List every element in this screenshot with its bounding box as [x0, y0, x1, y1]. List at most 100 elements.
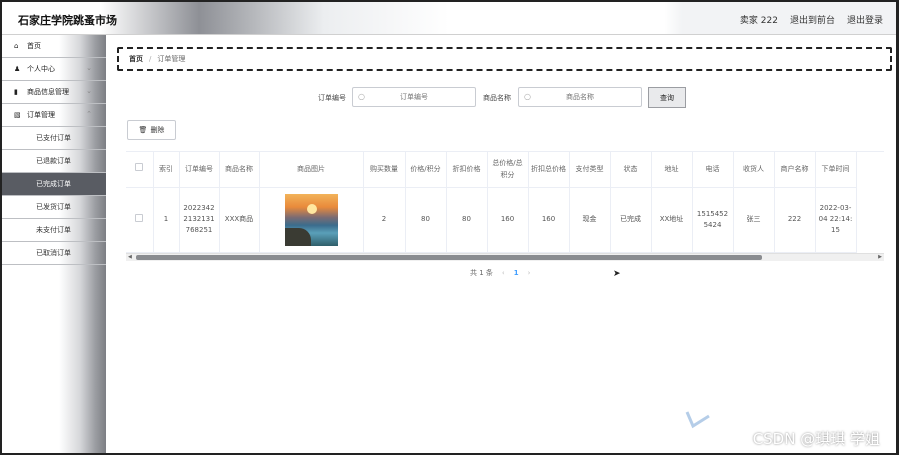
orders-table-grid: 索引 订单编号 商品名称 商品图片 购买数量 价格/积分 折扣价格 总价格/总积…: [126, 152, 857, 253]
image-sun: [306, 203, 317, 214]
horizontal-scrollbar[interactable]: ◀ ▶: [126, 253, 884, 261]
breadcrumb-current: 订单管理: [157, 55, 186, 63]
home-icon: ⌂: [14, 42, 19, 50]
delete-button-label: 删除: [150, 126, 165, 134]
chevron-down-icon: ⌄: [86, 64, 92, 72]
column-header: 状态: [610, 152, 652, 188]
column-header: 收货人: [733, 152, 775, 188]
cell-discount-price: 80: [446, 187, 488, 253]
chevron-down-icon: ⌄: [86, 87, 92, 95]
sidebar-subitem-unpaid-orders[interactable]: 未支付订单: [2, 219, 106, 242]
cell-merchant: 222: [774, 187, 816, 253]
cell-pay-type: 现金: [569, 187, 611, 253]
order-no-input[interactable]: [353, 88, 475, 106]
sidebar-item-product-management[interactable]: ▮ 商品信息管理 ⌄: [2, 81, 106, 104]
search-icon: ○: [524, 92, 531, 101]
app-window: 石家庄学院跳蚤市场 卖家 222 退出到前台 退出登录 ⌂ 首页 ♟ 个人中心 …: [0, 0, 899, 455]
cell-index: 1: [153, 187, 180, 253]
column-header: 地址: [651, 152, 693, 188]
sidebar-item-label: 首页: [27, 42, 41, 50]
column-header: 折扣总价格: [528, 152, 570, 188]
row-checkbox[interactable]: [135, 213, 144, 222]
breadcrumb: 首页 / 订单管理: [117, 47, 892, 71]
column-header: 电话: [692, 152, 734, 188]
scroll-left-icon[interactable]: ◀: [128, 254, 132, 260]
select-all-checkbox[interactable]: [135, 163, 144, 172]
chevron-up-icon: ⌃: [86, 110, 92, 118]
scroll-right-icon[interactable]: ▶: [878, 254, 882, 260]
sidebar-item-home[interactable]: ⌂ 首页: [2, 35, 106, 58]
cell-price: 80: [405, 187, 447, 253]
cell-time: 2022-03-04 22:14:15: [815, 187, 857, 253]
trash-icon: 🗑: [138, 126, 148, 134]
cell-address: XX地址: [651, 187, 693, 253]
pagination-total: 共 1 条: [470, 269, 493, 277]
column-header: 折扣价格: [446, 152, 488, 188]
cell-status: 已完成: [610, 187, 652, 253]
cell-order-no: 20223422132131768251: [179, 187, 220, 253]
sidebar-item-personal-center[interactable]: ♟ 个人中心 ⌄: [2, 58, 106, 81]
breadcrumb-home[interactable]: 首页: [129, 54, 143, 64]
table-row[interactable]: 1 20223422132131768251 XXX商品 2 80 80 160…: [126, 187, 857, 253]
page-number[interactable]: 1: [514, 269, 519, 277]
product-image[interactable]: [284, 193, 338, 246]
sidebar-subitem-refunded-orders[interactable]: 已退款订单: [2, 150, 106, 173]
table-header-row: 索引 订单编号 商品名称 商品图片 购买数量 价格/积分 折扣价格 总价格/总积…: [126, 152, 857, 188]
column-header: 购买数量: [363, 152, 406, 188]
sidebar-subitem-shipped-orders[interactable]: 已发货订单: [2, 196, 106, 219]
cell-product-name: XXX商品: [219, 187, 260, 253]
column-header: 支付类型: [569, 152, 611, 188]
cell-receiver: 张三: [733, 187, 775, 253]
orders-table: 索引 订单编号 商品名称 商品图片 购买数量 价格/积分 折扣价格 总价格/总积…: [126, 151, 884, 261]
column-header: 商户名称: [774, 152, 816, 188]
sidebar-subitem-paid-orders[interactable]: 已支付订单: [2, 127, 106, 150]
order-no-field[interactable]: ○: [352, 87, 476, 107]
row-select-cell[interactable]: [126, 187, 154, 253]
image-rock: [284, 227, 311, 246]
sidebar-subitem-cancelled-orders[interactable]: 已取消订单: [2, 242, 106, 265]
pagination: 共 1 条 ‹ 1 ›: [470, 268, 530, 278]
top-right-links: 卖家 222 退出到前台 退出登录: [740, 13, 883, 26]
back-to-front-link[interactable]: 退出到前台: [790, 13, 835, 26]
window-edge: [896, 46, 898, 72]
sidebar-subitem-completed-orders[interactable]: 已完成订单: [2, 173, 106, 196]
cell-product-image: [259, 187, 364, 253]
next-page-button[interactable]: ›: [528, 269, 531, 277]
select-all-cell[interactable]: [126, 152, 154, 188]
mouse-cursor-icon: ➤: [613, 269, 621, 279]
column-header: 商品图片: [259, 152, 364, 188]
cell-discount-total: 160: [528, 187, 570, 253]
main-content: 首页 / 订单管理 订单编号 ○ 商品名称 ○ 查询 🗑 删除: [106, 35, 896, 453]
product-name-field[interactable]: ○: [518, 87, 642, 107]
sidebar: ⌂ 首页 ♟ 个人中心 ⌄ ▮ 商品信息管理 ⌄ ▧ 订单管理 ⌃ 已支付订单 …: [2, 35, 106, 453]
prev-page-button[interactable]: ‹: [502, 269, 505, 277]
scrollbar-thumb[interactable]: [136, 255, 762, 260]
sidebar-item-label: 个人中心: [27, 65, 55, 73]
sidebar-item-label: 订单管理: [27, 111, 55, 119]
sidebar-item-label: 商品信息管理: [27, 88, 69, 96]
search-bar: 订单编号 ○ 商品名称 ○ 查询: [106, 87, 896, 109]
breadcrumb-separator: /: [149, 55, 152, 63]
list-icon: ▧: [14, 111, 21, 119]
order-no-label: 订单编号: [318, 94, 346, 102]
product-name-label: 商品名称: [483, 94, 511, 102]
product-name-input[interactable]: [519, 88, 641, 106]
bar-chart-icon: ▮: [14, 88, 18, 96]
user-icon: ♟: [14, 65, 21, 73]
sidebar-item-order-management[interactable]: ▧ 订单管理 ⌃: [2, 104, 106, 127]
search-icon: ○: [358, 92, 365, 101]
cell-total: 160: [487, 187, 529, 253]
column-header: 商品名称: [219, 152, 260, 188]
watermark-logo-icon: [685, 411, 710, 429]
column-header: 总价格/总积分: [487, 152, 529, 188]
logout-link[interactable]: 退出登录: [847, 13, 883, 26]
cell-phone: 15154525424: [692, 187, 734, 253]
query-button[interactable]: 查询: [648, 87, 686, 108]
column-header: 价格/积分: [405, 152, 447, 188]
column-header: 订单编号: [179, 152, 220, 188]
app-title: 石家庄学院跳蚤市场: [18, 14, 117, 27]
column-header: 下单时间: [815, 152, 857, 188]
user-name: 卖家 222: [739, 16, 778, 26]
delete-button[interactable]: 🗑 删除: [127, 120, 176, 140]
top-bar: 石家庄学院跳蚤市场 卖家 222 退出到前台 退出登录: [2, 2, 896, 35]
